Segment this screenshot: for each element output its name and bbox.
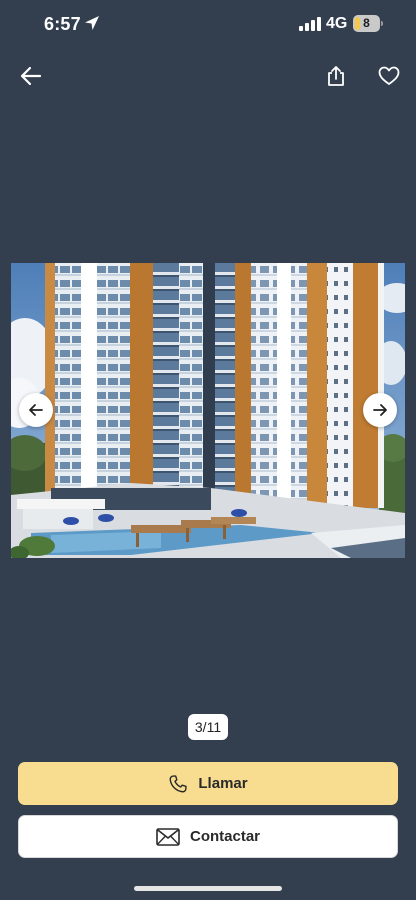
property-photo <box>11 263 405 558</box>
call-button-label: Llamar <box>198 775 248 792</box>
share-icon <box>328 66 344 86</box>
location-arrow-icon <box>85 16 99 30</box>
network-type: 4G <box>326 15 348 32</box>
cellular-signal-icon <box>299 17 321 31</box>
call-button[interactable]: Llamar <box>18 762 398 805</box>
next-photo-button[interactable] <box>363 393 397 427</box>
previous-photo-button[interactable] <box>19 393 53 427</box>
photo-counter: 3/11 <box>188 714 228 740</box>
envelope-icon <box>156 827 180 846</box>
contact-button-label: Contactar <box>189 828 260 845</box>
arrow-left-icon <box>29 404 43 416</box>
share-button[interactable] <box>318 58 354 94</box>
battery-cap <box>381 21 383 26</box>
battery-level: 8 <box>363 16 370 30</box>
phone-icon <box>169 774 188 792</box>
photo-gallery[interactable] <box>11 263 405 558</box>
heart-icon <box>378 66 400 85</box>
battery-icon: 8 <box>353 15 380 32</box>
favorite-button[interactable] <box>371 58 407 94</box>
back-button[interactable] <box>13 58 49 94</box>
contact-button[interactable]: Contactar <box>18 815 398 858</box>
arrow-left-icon <box>20 66 42 86</box>
home-indicator <box>134 886 282 891</box>
top-bar <box>0 55 416 99</box>
status-time: 6:57 <box>44 14 81 34</box>
status-bar: 6:57 4G 8 <box>0 0 416 50</box>
arrow-right-icon <box>373 404 387 416</box>
